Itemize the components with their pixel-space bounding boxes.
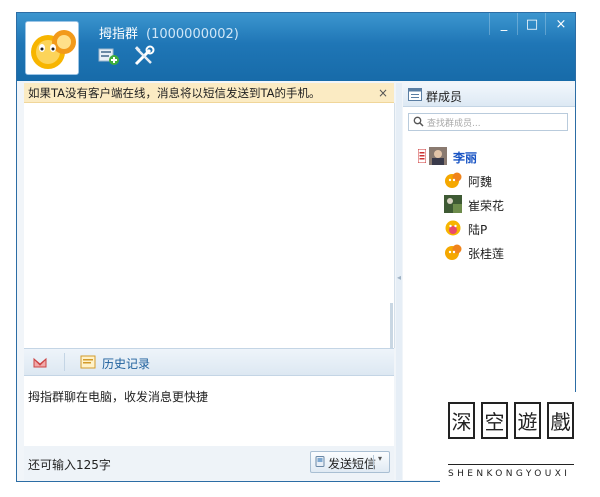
input-toolbar: 历史记录 (24, 348, 394, 376)
status-flag-icon (417, 148, 427, 166)
history-link[interactable]: 历史记录 (102, 355, 150, 372)
group-avatar[interactable] (25, 21, 79, 75)
member-name: 张桂莲 (468, 247, 505, 261)
sms-notice-bar: 如果TA没有客户端在线，消息将以短信发送到TA的手机。 × (24, 83, 394, 103)
maximize-button[interactable]: □ (517, 13, 546, 35)
search-icon (413, 116, 424, 130)
input-footer: 还可输入125字 发送短信 ▾ (24, 446, 394, 480)
watermark-char: 遊 (514, 402, 541, 439)
notice-close-icon[interactable]: × (378, 83, 388, 103)
member-item[interactable]: 陆P (444, 219, 594, 239)
window-title: 拇指群 (1000000002) (99, 23, 239, 42)
watermark-char: 深 (448, 402, 475, 439)
member-photo-avatar (444, 195, 462, 213)
watermark-char: 空 (481, 402, 508, 439)
member-item[interactable]: 李丽 (417, 147, 579, 167)
history-icon[interactable] (80, 355, 96, 372)
member-name: 阿魏 (468, 175, 493, 189)
member-item[interactable]: 张桂莲 (444, 243, 594, 263)
members-header: 群成员 (403, 83, 575, 107)
send-options-arrow[interactable]: ▾ (378, 454, 382, 463)
emoticon-icon[interactable] (32, 354, 48, 373)
add-member-button[interactable] (97, 45, 121, 69)
send-sms-button[interactable]: 发送短信 ▾ (310, 451, 390, 473)
settings-button[interactable] (132, 45, 156, 69)
member-search-input[interactable]: 查找群成员... (408, 113, 568, 131)
member-name: 陆P (468, 223, 488, 237)
search-placeholder: 查找群成员... (427, 119, 481, 129)
watermark-subtitle: SHENKONGYOUXI (448, 469, 571, 479)
qq-avatar-icon (444, 171, 462, 189)
members-title: 群成员 (426, 90, 463, 104)
member-photo-avatar (429, 147, 447, 165)
tools-icon (133, 45, 155, 70)
sms-icon (315, 456, 325, 467)
member-name: 崔荣花 (468, 199, 505, 213)
add-member-icon (98, 46, 120, 69)
send-divider (373, 455, 374, 469)
member-name: 李丽 (453, 151, 478, 165)
message-history-area[interactable] (24, 103, 395, 348)
watermark-rule (448, 464, 574, 465)
watermark-logo: 深 空 遊 戲 SHENKONGYOUXI (440, 392, 580, 492)
group-name: 拇指群 (99, 27, 139, 42)
member-item[interactable]: 崔荣花 (444, 195, 594, 215)
members-list-icon (408, 88, 422, 104)
group-id: (1000000002) (146, 27, 239, 42)
send-sms-label: 发送短信 (328, 457, 377, 471)
notice-text: 如果TA没有客户端在线，消息将以短信发送到TA的手机。 (28, 86, 321, 100)
watermark-char: 戲 (547, 402, 574, 439)
minimize-button[interactable]: _ (489, 13, 518, 35)
splitter-handle-icon: ◂ (397, 273, 402, 282)
message-input-text: 拇指群聊在电脑，收发消息更快捷 (28, 390, 209, 404)
message-input[interactable]: 拇指群聊在电脑，收发消息更快捷 (24, 376, 394, 446)
chat-scrollbar[interactable] (390, 303, 393, 348)
char-count: 还可输入125字 (28, 458, 111, 472)
toolbar-divider (64, 353, 65, 371)
close-button[interactable]: × (545, 13, 576, 35)
member-item[interactable]: 阿魏 (444, 171, 594, 191)
panel-splitter[interactable]: ◂ (396, 83, 402, 480)
title-bar: 拇指群 (1000000002) _ □ × (17, 13, 575, 81)
qq-avatar-icon (444, 219, 462, 237)
qq-avatar-icon (444, 243, 462, 261)
